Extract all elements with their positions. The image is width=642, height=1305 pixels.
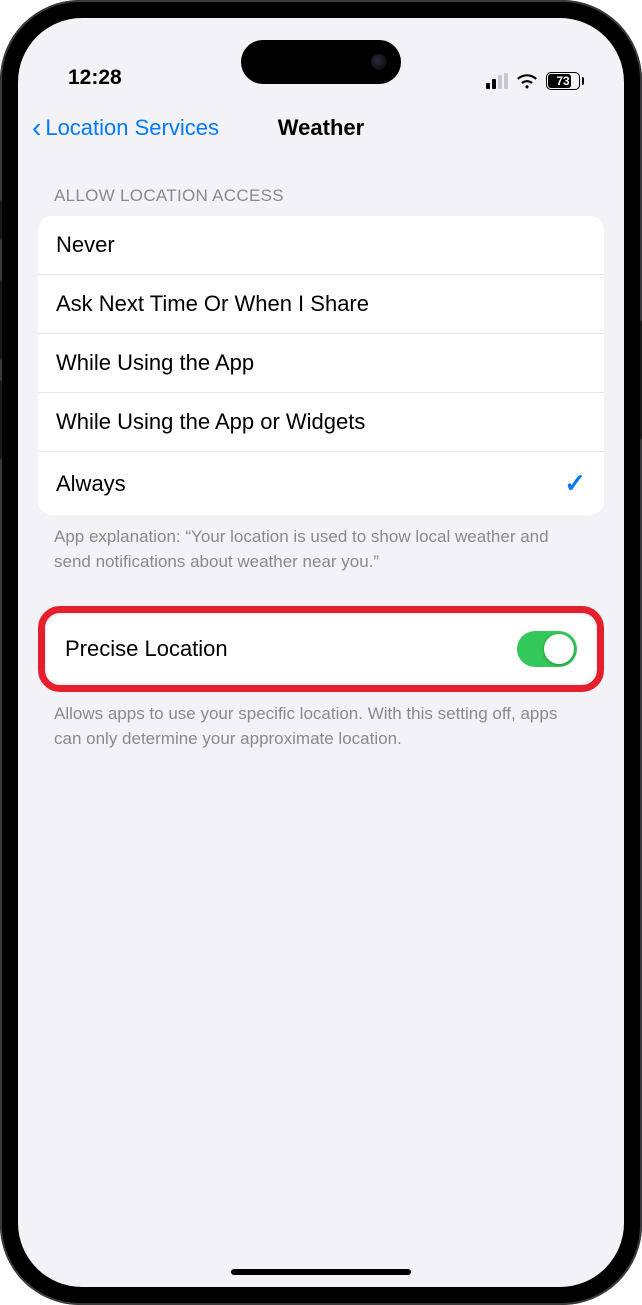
dynamic-island <box>241 40 401 84</box>
home-indicator[interactable] <box>231 1269 411 1275</box>
option-label: Never <box>56 232 115 258</box>
precise-location-toggle[interactable] <box>517 631 577 667</box>
screen: 12:28 73 ‹ Locatio <box>18 18 624 1287</box>
precise-location-row[interactable]: Precise Location <box>47 615 595 683</box>
option-never[interactable]: Never <box>38 216 604 275</box>
precise-location-label: Precise Location <box>65 636 228 662</box>
chevron-left-icon: ‹ <box>32 114 41 142</box>
battery-icon: 73 <box>546 72 584 90</box>
front-camera-icon <box>371 54 387 70</box>
page-title: Weather <box>278 115 364 141</box>
navigation-bar: ‹ Location Services Weather <box>18 96 624 158</box>
silence-switch <box>0 200 2 240</box>
back-label: Location Services <box>45 115 219 141</box>
location-access-group: Never Ask Next Time Or When I Share Whil… <box>38 216 604 515</box>
phone-frame: 12:28 73 ‹ Locatio <box>0 0 642 1305</box>
option-label: While Using the App or Widgets <box>56 409 365 435</box>
option-while-using-app[interactable]: While Using the App <box>38 334 604 393</box>
option-label: Ask Next Time Or When I Share <box>56 291 369 317</box>
option-always[interactable]: Always ✓ <box>38 452 604 515</box>
section-header-allow-location: Allow Location Access <box>38 158 604 216</box>
cellular-signal-icon <box>486 73 508 89</box>
precise-location-group: Precise Location <box>47 615 595 683</box>
volume-up-button <box>0 280 2 360</box>
option-while-using-widgets[interactable]: While Using the App or Widgets <box>38 393 604 452</box>
volume-down-button <box>0 380 2 460</box>
battery-percentage: 73 <box>556 74 569 88</box>
option-label: Always <box>56 471 126 497</box>
toggle-knob <box>544 634 574 664</box>
option-label: While Using the App <box>56 350 254 376</box>
option-ask-next-time[interactable]: Ask Next Time Or When I Share <box>38 275 604 334</box>
precise-location-footer: Allows apps to use your specific locatio… <box>38 692 604 751</box>
app-explanation-text: App explanation: “Your location is used … <box>38 515 604 574</box>
wifi-icon <box>516 73 538 89</box>
back-button[interactable]: ‹ Location Services <box>32 114 219 142</box>
annotation-highlight: Precise Location <box>38 606 604 692</box>
status-time: 12:28 <box>68 66 122 90</box>
checkmark-icon: ✓ <box>564 468 586 499</box>
